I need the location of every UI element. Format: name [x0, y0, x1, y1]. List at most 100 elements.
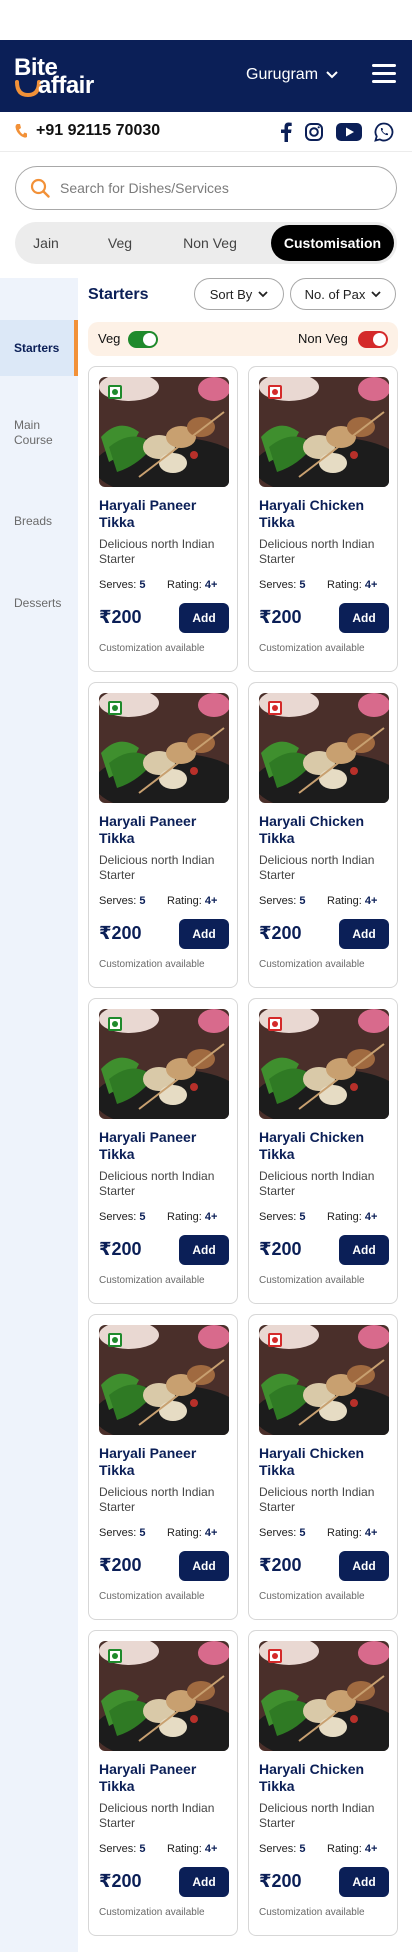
dish-image[interactable] [99, 1325, 229, 1435]
dish-image[interactable] [99, 1009, 229, 1119]
serves-value: 5 [139, 895, 146, 907]
filter-chip-customisation[interactable]: Customisation [271, 225, 394, 261]
dish-card[interactable]: Haryali Chicken Tikka Delicious north Ind… [248, 366, 398, 672]
dish-card[interactable]: Haryali Chicken Tikka Delicious north Ind… [248, 998, 398, 1304]
dish-card[interactable]: Haryali Paneer Tikka Delicious north Indi… [88, 366, 238, 672]
dish-image[interactable] [259, 1009, 389, 1119]
dish-rating: Rating: 4+ [327, 1527, 377, 1539]
dish-card[interactable]: Haryali Paneer Tikka Delicious north Indi… [88, 1314, 238, 1620]
dish-image[interactable] [259, 377, 389, 487]
dish-name: Haryali Paneer Tikka [99, 1445, 197, 1478]
serves-label: Serves: [99, 1843, 137, 1855]
add-button[interactable]: Add [339, 603, 389, 633]
dish-name: Haryali Chicken Tikka [259, 497, 365, 530]
rating-value: 4+ [364, 895, 378, 907]
nonveg-toggle[interactable] [358, 331, 388, 348]
serves-label: Serves: [99, 579, 137, 591]
facebook-icon[interactable] [280, 122, 292, 142]
nonveg-marker-icon [268, 1017, 282, 1031]
dish-card[interactable]: Haryali Chicken Tikka Delicious north Ind… [248, 682, 398, 988]
sidebar-item-main-course[interactable]: Main Course [0, 418, 66, 448]
add-button[interactable]: Add [179, 1867, 229, 1897]
section-title: Starters [88, 286, 149, 303]
city-label: Gurugram [246, 66, 319, 83]
dish-name: Haryali Paneer Tikka [99, 1761, 197, 1794]
dish-image[interactable] [259, 1641, 389, 1751]
dish-image[interactable] [99, 693, 229, 803]
serves-value: 5 [139, 1843, 146, 1855]
add-button[interactable]: Add [339, 1551, 389, 1581]
dish-image[interactable] [259, 693, 389, 803]
serves-value: 5 [299, 895, 306, 907]
dish-serves: Serves: 5 [259, 895, 305, 907]
rating-label: Rating: [327, 579, 362, 591]
add-button[interactable]: Add [339, 1235, 389, 1265]
dish-card[interactable]: Haryali Chicken Tikka Delicious north Ind… [248, 1314, 398, 1620]
dish-serves: Serves: 5 [99, 895, 145, 907]
customization-note: Customization available [99, 959, 205, 970]
dish-description: Delicious north Indian Starter [99, 1801, 215, 1830]
dish-description: Delicious north Indian Starter [99, 853, 215, 882]
dish-card[interactable]: Haryali Paneer Tikka Delicious north Indi… [88, 998, 238, 1304]
dish-image[interactable] [99, 1641, 229, 1751]
chevron-down-icon [371, 290, 381, 297]
customization-note: Customization available [259, 643, 365, 654]
serves-label: Serves: [259, 579, 297, 591]
dish-rating: Rating: 4+ [327, 895, 377, 907]
top-header: Bite affair Gurugram [0, 40, 412, 112]
add-button[interactable]: Add [179, 1551, 229, 1581]
serves-value: 5 [299, 579, 306, 591]
veg-toggle[interactable] [128, 331, 158, 348]
dish-card[interactable]: Haryali Paneer Tikka Delicious north Indi… [88, 1630, 238, 1936]
dish-price: ₹200 [99, 1239, 142, 1259]
add-button[interactable]: Add [179, 1235, 229, 1265]
rating-label: Rating: [327, 1527, 362, 1539]
hamburger-menu-icon[interactable] [372, 64, 396, 84]
sidebar-item-desserts[interactable]: Desserts [0, 596, 78, 611]
dish-image[interactable] [259, 1325, 389, 1435]
nonveg-marker-icon [268, 701, 282, 715]
dish-serves: Serves: 5 [99, 1843, 145, 1855]
brand-logo[interactable]: Bite affair [14, 54, 114, 99]
search-bar[interactable]: Search for Dishes/Services [15, 166, 397, 210]
contact-bar: +91 92115 70030 [0, 112, 412, 152]
dish-serves: Serves: 5 [99, 1211, 145, 1223]
sort-by-dropdown[interactable]: Sort By [194, 278, 284, 310]
dish-card[interactable]: Haryali Paneer Tikka Delicious north Indi… [88, 682, 238, 988]
veg-nonveg-toggle-bar: Veg Non Veg [88, 322, 398, 356]
instagram-icon[interactable] [304, 122, 324, 142]
whatsapp-icon[interactable] [374, 122, 394, 142]
youtube-icon[interactable] [336, 123, 362, 141]
rating-value: 4+ [204, 895, 218, 907]
filter-chip-jain[interactable]: Jain [15, 222, 77, 264]
category-sidebar: Starters Main Course Breads Desserts [0, 278, 78, 1952]
filter-chip-non-veg[interactable]: Non Veg [165, 222, 255, 264]
phone-link[interactable]: +91 92115 70030 [14, 122, 160, 140]
city-selector[interactable]: Gurugram [246, 66, 338, 84]
pax-dropdown[interactable]: No. of Pax [290, 278, 396, 310]
dish-price: ₹200 [99, 607, 142, 627]
add-button[interactable]: Add [339, 919, 389, 949]
dish-description: Delicious north Indian Starter [259, 1485, 375, 1514]
dish-rating: Rating: 4+ [327, 1843, 377, 1855]
add-button[interactable]: Add [179, 603, 229, 633]
dish-image[interactable] [99, 377, 229, 487]
nonveg-marker-icon [268, 385, 282, 399]
serves-value: 5 [299, 1843, 306, 1855]
dish-serves: Serves: 5 [99, 1527, 145, 1539]
pax-label: No. of Pax [304, 286, 366, 302]
rating-label: Rating: [327, 1211, 362, 1223]
dish-price: ₹200 [259, 1239, 302, 1259]
rating-value: 4+ [204, 579, 218, 591]
social-links [280, 122, 394, 142]
add-button[interactable]: Add [179, 919, 229, 949]
sidebar-item-breads[interactable]: Breads [0, 514, 78, 529]
dish-card[interactable]: Haryali Chicken Tikka Delicious north Ind… [248, 1630, 398, 1936]
dish-name: Haryali Chicken Tikka [259, 813, 365, 846]
add-button[interactable]: Add [339, 1867, 389, 1897]
sidebar-item-starters[interactable]: Starters [0, 320, 78, 376]
phone-number: +91 92115 70030 [36, 122, 161, 139]
serves-label: Serves: [99, 895, 137, 907]
filter-chip-veg[interactable]: Veg [87, 222, 153, 264]
dish-name: Haryali Paneer Tikka [99, 813, 197, 846]
